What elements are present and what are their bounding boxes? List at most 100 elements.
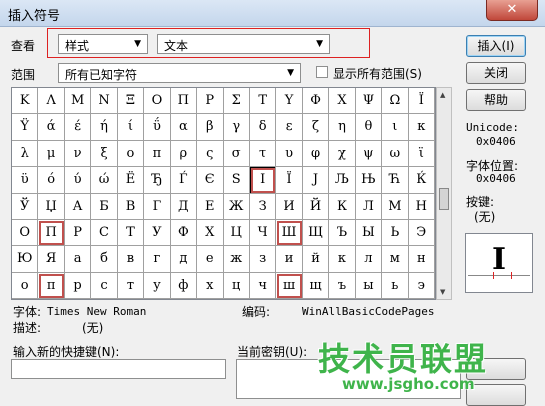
grid-cell[interactable]: ζ [302, 114, 330, 141]
grid-cell[interactable]: ъ [329, 272, 356, 299]
grid-cell[interactable]: Т [117, 219, 145, 247]
grid-cell[interactable]: Ќ [408, 167, 435, 194]
grid-cell[interactable]: Ο [144, 88, 171, 115]
grid-cell[interactable]: θ [355, 114, 383, 141]
grid-cell[interactable]: Я [38, 246, 65, 273]
grid-cell[interactable]: ρ [170, 140, 198, 168]
grid-cell[interactable]: П [38, 219, 65, 247]
grid-cell[interactable]: Ψ [355, 88, 383, 115]
show-all-ranges-checkbox[interactable] [316, 66, 328, 78]
grid-cell[interactable]: π [144, 140, 171, 168]
grid-cell[interactable]: μ [38, 140, 65, 168]
grid-cell[interactable]: С [91, 219, 118, 247]
grid-cell[interactable]: ω [382, 140, 409, 168]
grid-cell[interactable]: ο [117, 140, 145, 168]
grid-cell[interactable]: Ь [382, 219, 409, 247]
grid-cell[interactable]: Є [197, 167, 224, 194]
grid-cell[interactable]: р [64, 272, 92, 299]
grid-cell[interactable]: Д [170, 193, 198, 220]
insert-button[interactable]: 插入(I) [466, 35, 526, 57]
grid-cell[interactable]: Б [91, 193, 118, 220]
grid-cell[interactable]: υ [276, 140, 303, 168]
grid-cell[interactable]: ή [91, 114, 118, 141]
grid-cell[interactable]: Њ [355, 167, 383, 194]
grid-cell[interactable]: б [91, 246, 118, 273]
grid-cell[interactable]: Ё [117, 167, 145, 194]
scroll-down-icon[interactable]: ▼ [440, 288, 445, 296]
grid-cell[interactable]: κ [408, 114, 435, 141]
remove-button[interactable] [466, 384, 526, 406]
grid-cell[interactable]: Μ [64, 88, 92, 115]
window-close-button[interactable]: ✕ [486, 0, 538, 21]
grid-cell[interactable]: В [117, 193, 145, 220]
grid-cell[interactable]: ы [355, 272, 383, 299]
grid-cell[interactable]: Р [64, 219, 92, 247]
grid-cell[interactable]: Э [408, 219, 435, 247]
grid-cell[interactable]: к [329, 246, 356, 273]
grid-cell[interactable]: Χ [329, 88, 356, 115]
grid-cell[interactable]: ч [249, 272, 277, 299]
help-button[interactable]: 帮助 [466, 89, 526, 111]
grid-cell[interactable]: м [382, 246, 409, 273]
grid-cell[interactable]: з [249, 246, 277, 273]
grid-cell[interactable]: о [12, 272, 39, 299]
grid-cell[interactable]: Ч [249, 219, 277, 247]
grid-cell[interactable]: Л [355, 193, 383, 220]
grid-cell[interactable]: О [12, 219, 39, 247]
grid-cell[interactable]: ш [276, 272, 303, 299]
grid-cell[interactable]: Ξ [117, 88, 145, 115]
grid-cell[interactable]: Ш [276, 219, 303, 247]
grid-cell[interactable]: Ϋ [12, 114, 39, 141]
grid-cell[interactable]: Н [408, 193, 435, 220]
grid-cell[interactable]: Ф [170, 219, 198, 247]
range-select[interactable]: 所有已知字符 ▼ [58, 63, 301, 83]
grid-cell[interactable]: Џ [38, 193, 65, 220]
grid-cell[interactable]: Ї [276, 167, 303, 194]
grid-cell[interactable]: Ј [302, 167, 330, 194]
grid-cell[interactable]: ύ [64, 167, 92, 194]
grid-cell[interactable]: Ў [12, 193, 39, 220]
grid-cell[interactable]: Ѓ [170, 167, 198, 194]
grid-cell[interactable]: ψ [355, 140, 383, 168]
grid-cell[interactable]: ξ [91, 140, 118, 168]
grid-cell[interactable]: Ω [382, 88, 409, 115]
grid-cell[interactable]: й [302, 246, 330, 273]
grid-cell[interactable]: Ѕ [223, 167, 250, 194]
grid-cell[interactable]: Й [302, 193, 330, 220]
grid-cell[interactable]: Κ [12, 88, 39, 115]
grid-cell[interactable]: η [329, 114, 356, 141]
grid-cell[interactable]: έ [64, 114, 92, 141]
grid-cell[interactable]: ί [117, 114, 145, 141]
grid-cell[interactable]: λ [12, 140, 39, 168]
grid-cell[interactable]: α [170, 114, 198, 141]
grid-cell[interactable]: δ [249, 114, 277, 141]
grid-cell[interactable]: Ђ [144, 167, 171, 194]
grid-cell[interactable]: σ [223, 140, 250, 168]
grid-cell[interactable]: Ж [223, 193, 250, 220]
grid-cell[interactable]: Љ [329, 167, 356, 194]
grid-cell[interactable]: е [197, 246, 224, 273]
grid-cell[interactable]: Π [170, 88, 198, 115]
grid-cell[interactable]: Ћ [382, 167, 409, 194]
scrollbar-thumb[interactable] [439, 188, 449, 210]
grid-cell[interactable]: г [144, 246, 171, 273]
grid-cell[interactable]: ό [38, 167, 65, 194]
grid-cell[interactable]: И [276, 193, 303, 220]
grid-cell[interactable]: л [355, 246, 383, 273]
grid-cell[interactable]: φ [302, 140, 330, 168]
grid-cell[interactable]: Ю [12, 246, 39, 273]
grid-cell[interactable]: γ [223, 114, 250, 141]
grid-cell[interactable]: Ρ [197, 88, 224, 115]
grid-cell[interactable]: ж [223, 246, 250, 273]
grid-cell[interactable]: ι [382, 114, 409, 141]
font-select[interactable]: 样式 ▼ [58, 34, 148, 54]
grid-cell[interactable]: ε [276, 114, 303, 141]
grid-cell[interactable]: и [276, 246, 303, 273]
grid-cell[interactable]: ф [170, 272, 198, 299]
type-select[interactable]: 文本 ▼ [157, 34, 330, 54]
grid-cell[interactable]: К [329, 193, 356, 220]
grid-cell[interactable]: с [91, 272, 118, 299]
grid-cell[interactable]: Е [197, 193, 224, 220]
close-button[interactable]: 关闭 [466, 62, 526, 84]
grid-cell[interactable]: н [408, 246, 435, 273]
